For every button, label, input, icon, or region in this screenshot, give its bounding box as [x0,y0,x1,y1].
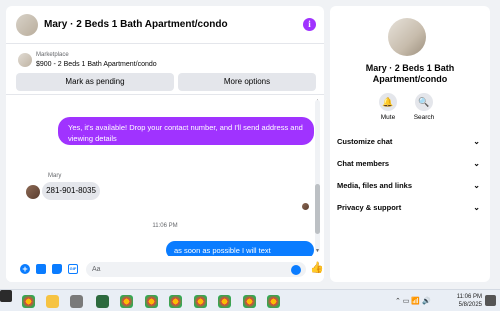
message-list: Yes, it's available! Drop your contact n… [6,96,324,266]
section-customize-chat[interactable]: Customize chat ⌄ [337,133,483,151]
chrome-icon[interactable] [22,295,35,308]
notification-icon[interactable] [485,295,496,306]
chevron-down-icon: ⌄ [473,181,480,190]
conversation-title: Mary · 2 Beds 1 Bath Apartment/condo [365,63,455,84]
search-icon: 🔍 [415,93,433,111]
app-icon[interactable] [70,295,83,308]
section-privacy-support[interactable]: Privacy & support ⌄ [337,199,483,217]
taskbar-clock[interactable]: 11:06 PM 5/8/2025 [457,293,482,309]
sender-name: Mary [48,173,62,179]
chat-title[interactable]: Mary · 2 Beds 1 Bath Apartment/condo [44,19,228,30]
start-menu-icon[interactable] [0,290,12,302]
chevron-down-icon: ⌄ [473,159,480,168]
clock-time: 11:06 PM [456,294,482,300]
chat-header: Mary · 2 Beds 1 Bath Apartment/condo i [6,6,324,44]
chrome-icon[interactable] [218,295,231,308]
section-chat-members[interactable]: Chat members ⌄ [337,155,483,173]
scrollbar[interactable] [315,100,320,252]
chrome-icon[interactable] [194,295,207,308]
scroll-down-arrow-icon[interactable]: ▼ [315,248,320,254]
conversation-info-panel: Mary · 2 Beds 1 Bath Apartment/condo 🔔 M… [330,6,490,282]
seen-indicator-avatar [302,203,309,210]
section-media-files-links[interactable]: Media, files and links ⌄ [337,177,483,195]
marketplace-banner: Marketplace $900 - 2 Beds 1 Bath Apartme… [6,47,324,95]
chat-avatar[interactable] [16,14,38,36]
incoming-message: 281-901-8035 [42,182,100,200]
marketplace-label: Marketplace [36,52,69,58]
message-timestamp: 11:06 PM [152,223,178,229]
clock-date: 5/8/2025 [458,302,482,308]
message-composer: + GIF 👍 [6,256,324,282]
chevron-down-icon: ⌄ [473,203,480,212]
listing-description[interactable]: $900 - 2 Beds 1 Bath Apartment/condo [36,61,157,68]
file-explorer-icon[interactable] [46,295,59,308]
section-label: Chat members [337,159,390,168]
chrome-icon[interactable] [169,295,182,308]
section-label: Media, files and links [337,181,413,190]
plus-icon[interactable]: + [20,264,30,274]
more-options-button[interactable]: More options [178,73,316,91]
conversation-avatar[interactable] [388,18,426,56]
chrome-icon[interactable] [267,295,280,308]
mute-button[interactable]: 🔔 Mute [368,93,408,121]
app-icon[interactable] [96,295,109,308]
search-label: Search [413,114,435,121]
section-label: Customize chat [337,137,393,146]
sender-avatar[interactable] [26,185,40,199]
gif-icon[interactable]: GIF [68,264,78,274]
outgoing-message: Yes, it's available! Drop your contact n… [58,117,314,145]
chrome-icon[interactable] [145,295,158,308]
like-icon[interactable]: 👍 [310,263,324,274]
photo-icon[interactable] [36,264,46,274]
chrome-icon[interactable] [120,295,133,308]
listing-thumbnail[interactable] [18,53,32,67]
tray-icons[interactable]: ⌃ ▭ 📶 🔊 [395,297,431,305]
chat-panel: Mary · 2 Beds 1 Bath Apartment/condo i M… [6,6,324,282]
taskbar: ⌃ ▭ 📶 🔊 11:06 PM 5/8/2025 [0,289,500,311]
chrome-icon[interactable] [243,295,256,308]
scrollbar-thumb[interactable] [315,184,320,234]
mark-as-pending-button[interactable]: Mark as pending [16,73,174,91]
message-input[interactable] [86,262,306,277]
section-label: Privacy & support [337,203,402,212]
mute-label: Mute [380,114,396,121]
emoji-icon[interactable] [291,265,301,275]
search-button[interactable]: 🔍 Search [404,93,444,121]
chevron-down-icon: ⌄ [473,137,480,146]
info-icon[interactable]: i [303,18,316,31]
sticker-icon[interactable] [52,264,62,274]
bell-icon: 🔔 [379,93,397,111]
